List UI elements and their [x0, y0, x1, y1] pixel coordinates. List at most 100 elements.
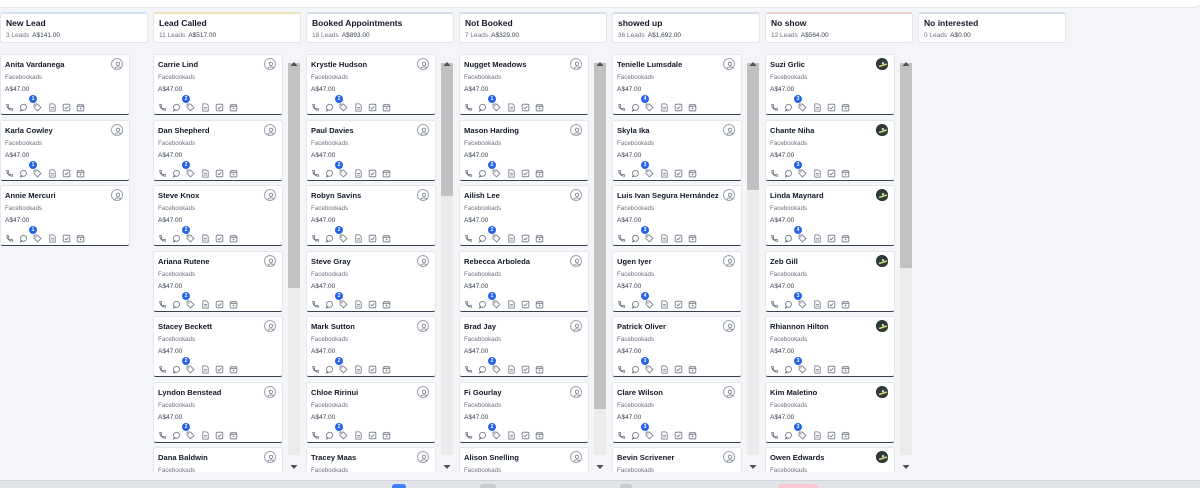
chat-icon[interactable] [325, 296, 334, 309]
check-square-icon[interactable] [368, 296, 377, 308]
document-icon[interactable] [201, 230, 210, 243]
lead-name[interactable]: Suzi Grlic [770, 60, 878, 69]
calendar-icon[interactable] [382, 427, 391, 439]
lead-name[interactable]: Kim Maletino [770, 388, 878, 397]
lead-card[interactable]: Chante Niha Facebookads A$47.00 3 [765, 119, 895, 181]
column-header[interactable]: Not Booked 7 Leads A$329.00 [459, 12, 607, 43]
scroll-down-arrow[interactable] [748, 458, 758, 469]
calendar-icon[interactable] [841, 296, 850, 308]
lead-card[interactable]: Mark Sutton Facebookads A$47.00 2 [306, 316, 436, 377]
scroll-thumb[interactable] [594, 63, 606, 409]
chat-icon[interactable] [325, 99, 334, 112]
phone-icon[interactable] [770, 361, 779, 373]
chat-icon[interactable] [631, 427, 640, 440]
column-scrollbar[interactable] [899, 54, 913, 472]
scroll-down-arrow[interactable] [901, 458, 911, 469]
phone-icon[interactable] [464, 361, 473, 373]
lead-card[interactable]: Robyn Savins Facebookads A$47.00 2 [306, 185, 436, 246]
phone-icon[interactable] [311, 165, 320, 177]
chat-icon[interactable] [784, 230, 793, 243]
chat-icon[interactable] [478, 361, 487, 374]
lead-card[interactable]: Stacey Beckett Facebookads A$47.00 2 [153, 316, 283, 377]
check-square-icon[interactable] [62, 99, 71, 112]
assignee-avatar-icon[interactable] [570, 385, 582, 398]
calendar-icon[interactable] [229, 427, 238, 439]
check-square-icon[interactable] [368, 99, 377, 112]
lead-name[interactable]: Robyn Savins [311, 191, 419, 200]
lead-name[interactable]: Mark Sutton [311, 322, 419, 331]
lead-name[interactable]: Rebecca Arboleda [464, 257, 572, 266]
lead-name[interactable]: Fi Gourlay [464, 388, 572, 397]
document-icon[interactable] [813, 427, 822, 440]
assignee-avatar-icon[interactable] [570, 254, 582, 267]
phone-icon[interactable] [617, 427, 626, 439]
check-square-icon[interactable] [827, 99, 836, 112]
chat-icon[interactable] [478, 296, 487, 309]
chat-icon[interactable] [325, 230, 334, 243]
calendar-icon[interactable] [229, 165, 238, 177]
check-square-icon[interactable] [368, 361, 377, 374]
document-icon[interactable] [201, 296, 210, 309]
document-icon[interactable] [48, 99, 57, 112]
check-square-icon[interactable] [368, 230, 377, 243]
document-icon[interactable] [660, 296, 669, 309]
assignee-photo-avatar[interactable] [876, 189, 888, 201]
phone-icon[interactable] [617, 230, 626, 242]
document-icon[interactable] [660, 165, 669, 178]
phone-icon[interactable] [770, 427, 779, 439]
lead-name[interactable]: Nugget Meadows [464, 60, 572, 69]
phone-icon[interactable] [617, 99, 626, 111]
assignee-avatar-icon[interactable] [417, 385, 429, 398]
calendar-icon[interactable] [841, 165, 850, 177]
assignee-avatar-icon[interactable] [723, 123, 735, 136]
lead-card[interactable]: Dana BaldwinFacebookadsA$47.002 [153, 447, 283, 472]
lead-card[interactable]: Clare Wilson Facebookads A$47.00 3 [612, 381, 742, 443]
scroll-thumb[interactable] [441, 63, 453, 196]
calendar-icon[interactable] [382, 99, 391, 112]
lead-name[interactable]: Luis Ivan Segura Hernández [617, 191, 725, 200]
calendar-icon[interactable] [688, 165, 697, 177]
calendar-icon[interactable] [688, 361, 697, 374]
column-header[interactable]: No show 12 Leads A$564.00 [765, 12, 913, 43]
chat-icon[interactable] [478, 230, 487, 243]
check-square-icon[interactable] [368, 165, 377, 177]
lead-name[interactable]: Stacey Beckett [158, 322, 266, 331]
check-square-icon[interactable] [827, 165, 836, 177]
scroll-thumb[interactable] [900, 63, 912, 268]
assignee-avatar-icon[interactable] [570, 189, 582, 201]
phone-icon[interactable] [617, 296, 626, 308]
column-header[interactable]: showed up 36 Leads A$1,692.00 [612, 12, 760, 43]
chat-icon[interactable] [631, 99, 640, 112]
check-square-icon[interactable] [827, 427, 836, 439]
check-square-icon[interactable] [521, 230, 530, 243]
check-square-icon[interactable] [521, 99, 530, 112]
column-header[interactable]: Booked Appointments 18 Leads A$893.00 [306, 12, 454, 43]
phone-icon[interactable] [770, 296, 779, 308]
phone-icon[interactable] [464, 165, 473, 177]
lead-card[interactable]: Brad Jay Facebookads A$47.00 2 [459, 316, 589, 377]
lead-name[interactable]: Krystle Hudson [311, 60, 419, 69]
chat-icon[interactable] [478, 165, 487, 178]
check-square-icon[interactable] [215, 165, 224, 177]
chat-icon[interactable] [784, 99, 793, 112]
calendar-icon[interactable] [229, 230, 238, 243]
phone-icon[interactable] [158, 230, 167, 242]
calendar-icon[interactable] [535, 165, 544, 177]
assignee-avatar-icon[interactable] [264, 385, 276, 398]
document-icon[interactable] [354, 165, 363, 178]
document-icon[interactable] [201, 427, 210, 440]
chat-icon[interactable] [631, 165, 640, 178]
phone-icon[interactable] [158, 427, 167, 439]
lead-card[interactable]: Patrick Oliver Facebookads A$47.00 3 [612, 316, 742, 377]
phone-icon[interactable] [5, 99, 14, 111]
bottom-tab-indicator[interactable] [620, 484, 632, 488]
lead-card[interactable]: Owen EdwardsFacebookadsA$47.003 [765, 447, 895, 472]
document-icon[interactable] [507, 230, 516, 243]
document-icon[interactable] [48, 230, 57, 243]
phone-icon[interactable] [464, 296, 473, 308]
calendar-icon[interactable] [382, 230, 391, 243]
assignee-avatar-icon[interactable] [417, 451, 429, 463]
calendar-icon[interactable] [535, 99, 544, 112]
document-icon[interactable] [660, 361, 669, 374]
scroll-thumb[interactable] [747, 63, 759, 190]
